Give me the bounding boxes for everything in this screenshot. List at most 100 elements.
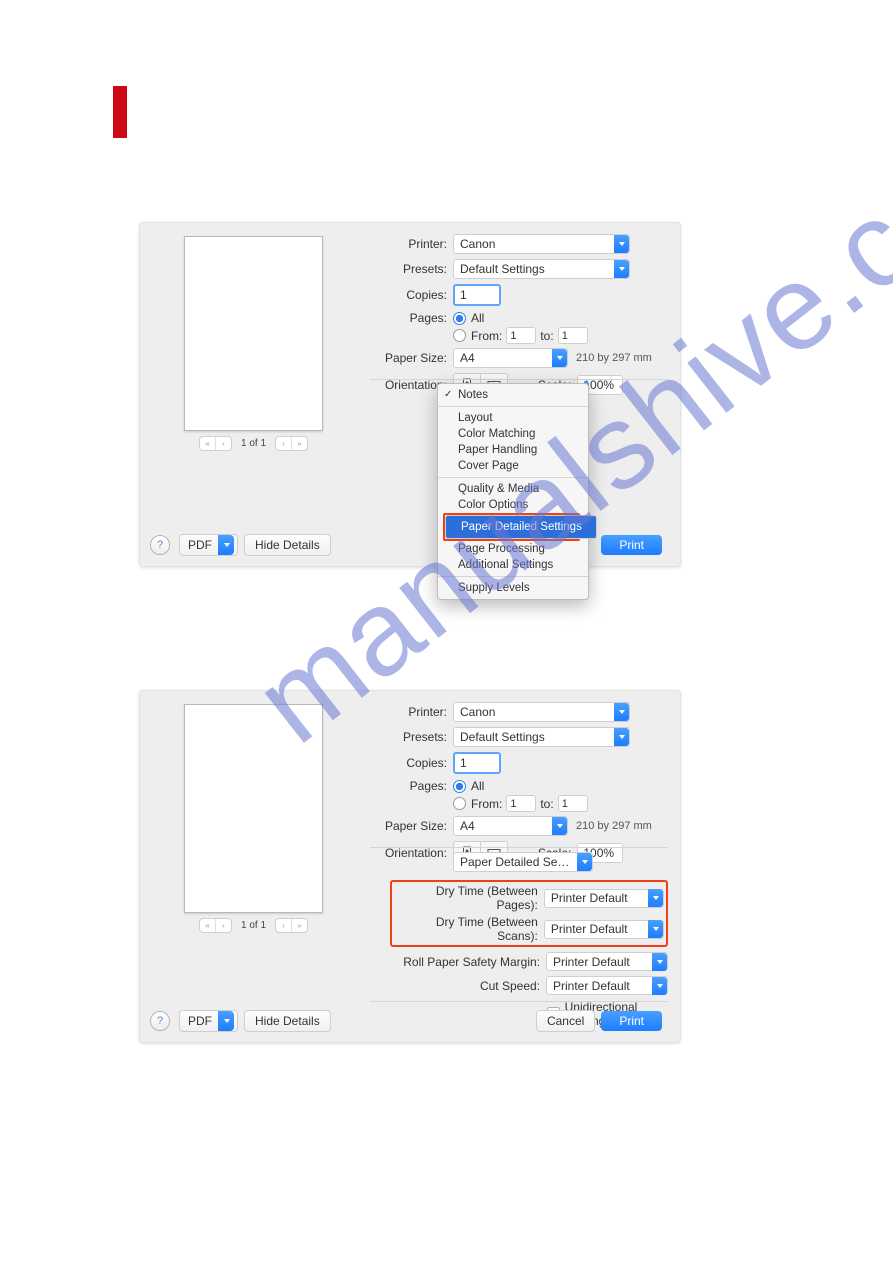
- copies-label: Copies:: [380, 756, 447, 770]
- chevron-down-icon: [648, 889, 663, 907]
- last-page-button[interactable]: »: [292, 919, 307, 932]
- popup-item-color-options[interactable]: Color Options: [438, 497, 588, 513]
- cut-speed-select[interactable]: Printer Default: [546, 976, 668, 995]
- pages-to-label: to:: [540, 329, 553, 343]
- cut-speed-label: Cut Speed:: [390, 979, 540, 993]
- dry-time-scans-select[interactable]: Printer Default: [544, 920, 664, 939]
- chevron-down-icon: [614, 235, 629, 253]
- presets-label: Presets:: [380, 262, 447, 276]
- pages-from-radio[interactable]: [453, 329, 466, 342]
- separator: [370, 379, 668, 380]
- prev-page-button[interactable]: ‹: [216, 437, 231, 450]
- highlight-border: Paper Detailed Settings: [443, 513, 580, 541]
- preview-page: [184, 704, 323, 913]
- popup-item-quality-media[interactable]: Quality & Media: [438, 481, 588, 497]
- section-select[interactable]: Paper Detailed Settings: [453, 852, 593, 872]
- pages-from-radio[interactable]: [453, 797, 466, 810]
- popup-item-page-processing[interactable]: Page Processing: [438, 541, 588, 557]
- preview-pane: «‹ 1 of 1 ›»: [184, 704, 323, 933]
- first-page-button[interactable]: «: [200, 437, 216, 450]
- presets-value: Default Settings: [454, 262, 614, 276]
- prev-page-button[interactable]: ‹: [216, 919, 231, 932]
- chevron-down-icon: [552, 349, 567, 367]
- next-page-button[interactable]: ›: [276, 919, 292, 932]
- chevron-down-icon: [648, 920, 663, 938]
- paper-size-select[interactable]: A4: [453, 816, 568, 836]
- paper-size-select[interactable]: A4: [453, 348, 568, 368]
- chevron-down-icon: [614, 703, 629, 721]
- highlight-border: Dry Time (Between Pages): Printer Defaul…: [390, 880, 668, 947]
- pages-to-input[interactable]: 1: [558, 795, 588, 812]
- chevron-down-icon: [614, 728, 629, 746]
- print-dialog-menu: « ‹ 1 of 1 › » Printer: Canon Presets:: [139, 222, 681, 567]
- pages-all-label: All: [471, 311, 484, 325]
- copies-input[interactable]: 1: [453, 752, 501, 774]
- pages-from-label: From:: [471, 329, 502, 343]
- chevron-down-icon: [218, 535, 234, 555]
- pdf-label: PDF: [188, 538, 212, 552]
- first-page-button[interactable]: «: [200, 919, 216, 932]
- page-counter: 1 of 1: [241, 920, 266, 931]
- popup-separator: [438, 477, 588, 478]
- section-popup-menu[interactable]: Notes Layout Color Matching Paper Handli…: [437, 383, 589, 600]
- chevron-down-icon: [218, 1011, 234, 1031]
- preview-pane: « ‹ 1 of 1 › »: [184, 236, 323, 451]
- printer-select[interactable]: Canon: [453, 702, 630, 722]
- pages-label: Pages:: [380, 779, 447, 793]
- dry-time-scans-label: Dry Time (Between Scans):: [394, 915, 538, 943]
- presets-label: Presets:: [380, 730, 447, 744]
- printer-value: Canon: [454, 237, 614, 251]
- printer-label: Printer:: [380, 705, 447, 719]
- help-button[interactable]: ?: [150, 535, 170, 555]
- pages-label: Pages:: [380, 311, 447, 325]
- help-button[interactable]: ?: [150, 1011, 170, 1031]
- popup-item-color-matching[interactable]: Color Matching: [438, 426, 588, 442]
- print-dialog-settings: «‹ 1 of 1 ›» Printer: Canon Presets: Def…: [139, 690, 681, 1043]
- presets-select[interactable]: Default Settings: [453, 259, 630, 279]
- hide-details-button[interactable]: Hide Details: [244, 1010, 331, 1032]
- cancel-button[interactable]: Cancel: [536, 1010, 595, 1032]
- pages-to-input[interactable]: 1: [558, 327, 588, 344]
- orientation-label: Orientation:: [380, 846, 447, 860]
- printer-select[interactable]: Canon: [453, 234, 630, 254]
- popup-item-paper-handling[interactable]: Paper Handling: [438, 442, 588, 458]
- paper-size-label: Paper Size:: [380, 819, 447, 833]
- paper-size-label: Paper Size:: [380, 351, 447, 365]
- popup-item-layout[interactable]: Layout: [438, 410, 588, 426]
- section-marker: [113, 86, 127, 138]
- separator: [370, 1001, 668, 1002]
- chevron-down-icon: [652, 953, 667, 971]
- popup-separator: [438, 576, 588, 577]
- popup-item-notes[interactable]: Notes: [438, 387, 588, 403]
- print-button[interactable]: Print: [601, 1011, 662, 1031]
- pages-all-radio[interactable]: [453, 312, 466, 325]
- preview-navigation: «‹ 1 of 1 ›»: [184, 918, 323, 933]
- safety-margin-label: Roll Paper Safety Margin:: [390, 955, 540, 969]
- chevron-down-icon: [552, 817, 567, 835]
- popup-item-cover-page[interactable]: Cover Page: [438, 458, 588, 474]
- presets-select[interactable]: Default Settings: [453, 727, 630, 747]
- pages-from-input[interactable]: 1: [506, 327, 536, 344]
- dry-time-pages-select[interactable]: Printer Default: [544, 889, 664, 908]
- pages-all-radio[interactable]: [453, 780, 466, 793]
- preview-page: [184, 236, 323, 431]
- popup-separator: [438, 406, 588, 407]
- copies-label: Copies:: [380, 288, 447, 302]
- pdf-dropdown[interactable]: PDF: [179, 534, 238, 556]
- last-page-button[interactable]: »: [292, 437, 307, 450]
- paper-dimensions: 210 by 297 mm: [576, 352, 652, 364]
- next-page-button[interactable]: ›: [276, 437, 292, 450]
- chevron-down-icon: [652, 977, 667, 995]
- page-counter: 1 of 1: [241, 438, 266, 449]
- preview-navigation: « ‹ 1 of 1 › »: [184, 436, 323, 451]
- popup-item-paper-detailed-settings[interactable]: Paper Detailed Settings: [445, 515, 597, 539]
- safety-margin-select[interactable]: Printer Default: [546, 952, 668, 971]
- copies-input[interactable]: 1: [453, 284, 501, 306]
- pdf-dropdown[interactable]: PDF: [179, 1010, 238, 1032]
- chevron-down-icon: [577, 853, 592, 871]
- print-button[interactable]: Print: [601, 535, 662, 555]
- popup-item-supply-levels[interactable]: Supply Levels: [438, 580, 588, 596]
- pages-from-input[interactable]: 1: [506, 795, 536, 812]
- popup-item-additional-settings[interactable]: Additional Settings: [438, 557, 588, 573]
- hide-details-button[interactable]: Hide Details: [244, 534, 331, 556]
